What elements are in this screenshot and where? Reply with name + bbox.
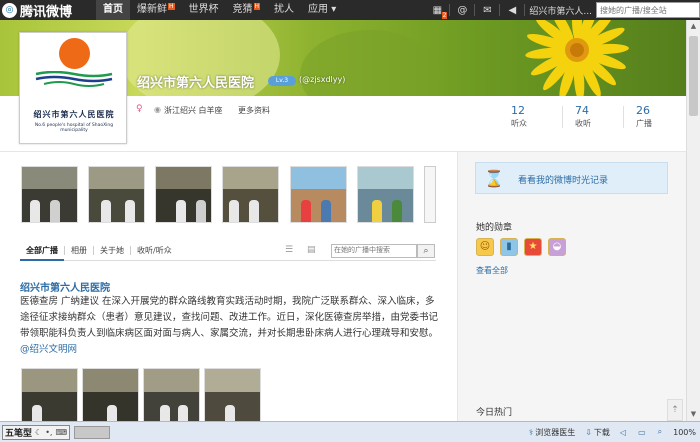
profile-location: 浙江绍兴 白羊座 [164, 106, 223, 115]
moon-icon[interactable]: ☾ [35, 428, 42, 437]
tab-all-broadcasts[interactable]: 全部广播 [20, 241, 64, 261]
time-machine-label: 看看我的微博时光记录 [518, 176, 609, 186]
female-icon: ♀ [136, 104, 143, 114]
logo-text: 腾讯微博 [20, 4, 73, 20]
calendar-view-icon[interactable]: ▤ [307, 245, 316, 255]
photo-thumb[interactable] [88, 166, 145, 223]
notif-count: 2 [441, 12, 448, 19]
photo-thumb[interactable] [290, 166, 347, 223]
nav-guess[interactable]: 竞猜 H [226, 0, 268, 20]
nav-badge: H [168, 3, 175, 10]
daisy-decoration [525, 20, 629, 96]
photo-thumb[interactable] [155, 166, 212, 223]
see-all-medals-link[interactable]: 查看全部 [476, 265, 508, 276]
mail-icon[interactable]: ✉ [475, 0, 499, 20]
stat-following[interactable]: 74 收听 [575, 104, 591, 129]
nav-badge: H [253, 3, 261, 10]
medal-star-icon[interactable]: ★ [524, 238, 542, 256]
scroll-down-icon[interactable]: ▼ [687, 408, 700, 421]
browser-doctor-button[interactable]: ⚕ 浏览器医生 [524, 427, 580, 438]
post-image[interactable] [143, 368, 200, 426]
volume-icon[interactable]: ◀ [500, 0, 524, 20]
time-machine-button[interactable]: ⌛ 看看我的微博时光记录 [475, 162, 668, 194]
scroll-up-icon[interactable]: ▲ [687, 20, 700, 33]
hourglass-icon: ⌛ [484, 169, 504, 188]
more-info-link[interactable]: 更多资料 [238, 105, 270, 116]
hot-today-title: 今日热门 [476, 408, 513, 418]
photo-strip [0, 152, 455, 232]
right-sidebar [457, 152, 686, 432]
ime-toolbar[interactable]: 五笔型 ☾ •, ⌨ [2, 424, 70, 440]
profile-handle: (@zjsxdlyy) [299, 75, 346, 84]
download-icon: ⇩ [585, 427, 592, 437]
global-search[interactable] [596, 2, 700, 18]
nav-apps[interactable]: 应用 ▾ [301, 0, 343, 20]
keyboard-icon[interactable]: ⌨ [55, 428, 67, 437]
post-mention-link[interactable]: @绍兴文明网 [20, 344, 77, 355]
nav-world-cup[interactable]: 世界杯 [182, 0, 226, 20]
user-menu[interactable]: 绍兴市第六人... [525, 4, 596, 17]
stat-broadcasts[interactable]: 26 广播 [636, 104, 652, 129]
zoom-icon[interactable]: ⌕ [653, 427, 669, 437]
photo-thumb[interactable] [222, 166, 279, 223]
tab-about-her[interactable]: 关于她 [94, 241, 130, 261]
global-search-input[interactable] [597, 5, 699, 15]
photo-thumb[interactable] [357, 166, 414, 223]
avatar-hospital-name: 绍兴市第六人民医院 [33, 110, 115, 119]
ime-name: 五笔型 [5, 428, 33, 439]
zoom-level[interactable]: 100% [669, 428, 700, 437]
post-image[interactable] [82, 368, 139, 426]
scrollbar-thumb[interactable] [689, 36, 698, 116]
status-bar: 五笔型 ☾ •, ⌨ ⚕ 浏览器医生 ⇩ 下载 ◁ ▭ ⌕ 100% [0, 421, 700, 442]
photo-thumb[interactable] [21, 166, 78, 223]
medal-smile-icon[interactable]: ☺ [476, 238, 494, 256]
feed-search-input[interactable] [332, 246, 416, 254]
at-icon[interactable]: @ [450, 0, 474, 20]
location-icon: ◉ [154, 105, 161, 114]
window-icon[interactable]: ▭ [633, 428, 653, 437]
nav-find-people[interactable]: 扰人 [267, 0, 301, 20]
avatar-logo-waves [35, 71, 113, 87]
logo[interactable]: ◎ 腾讯微博 [0, 0, 96, 20]
tab-following-followers[interactable]: 收听/听众 [131, 241, 178, 261]
scroll-top-icon[interactable]: ⇡ [667, 399, 683, 421]
post-author[interactable]: 绍兴市第六人民医院 [20, 279, 110, 294]
nav-hot-news[interactable]: 爆新鲜 H [130, 0, 182, 20]
medal-title: 她的勋章 [476, 223, 513, 233]
level-badge[interactable]: Lv.3 [268, 76, 296, 86]
profile-name: 绍兴市第六人民医院 [137, 76, 255, 91]
doctor-icon: ⚕ [528, 427, 534, 437]
nav-home[interactable]: 首页 [96, 0, 130, 20]
list-view-icon[interactable]: ☰ [285, 245, 293, 255]
avatar-logo-sun [59, 38, 90, 69]
stat-listeners[interactable]: 12 听众 [511, 104, 527, 129]
post-image[interactable] [204, 368, 261, 426]
avatar[interactable]: 绍兴市第六人民医院 No.6 people's hospital of Shao… [19, 32, 127, 144]
qq-logo-icon: ◎ [2, 2, 17, 18]
medal-phone-icon[interactable]: ▮ [500, 238, 518, 256]
notification-icon[interactable]: ▦ 2 [425, 0, 449, 20]
photo-strip-next[interactable] [424, 166, 436, 223]
post-image[interactable] [21, 368, 78, 426]
tab-album[interactable]: 相册 [65, 241, 93, 261]
download-button[interactable]: ⇩ 下载 [580, 427, 615, 438]
top-nav: ◎ 腾讯微博 首页 爆新鲜 H 世界杯 竞猜 H 扰人 应用 ▾ ▦ 2 @ ✉ ◀ … [0, 0, 700, 20]
sound-icon[interactable]: ◁ [615, 428, 633, 437]
post-text: 医德查房 广纳建议 在深入开展党的群众路线教育实践活动时期，我院广泛联系群众、深… [20, 296, 439, 355]
feed-search[interactable] [331, 244, 417, 258]
punctuation-icon[interactable]: •, [45, 428, 52, 437]
vertical-scrollbar[interactable]: ▲ ▼ [686, 20, 700, 421]
avatar-hospital-english: No.6 people's hospital of ShaoXing munic… [34, 123, 114, 133]
ime-blank [74, 425, 110, 439]
search-icon[interactable]: ⌕ [417, 244, 435, 258]
medal-face-icon[interactable]: ◒ [548, 238, 566, 256]
